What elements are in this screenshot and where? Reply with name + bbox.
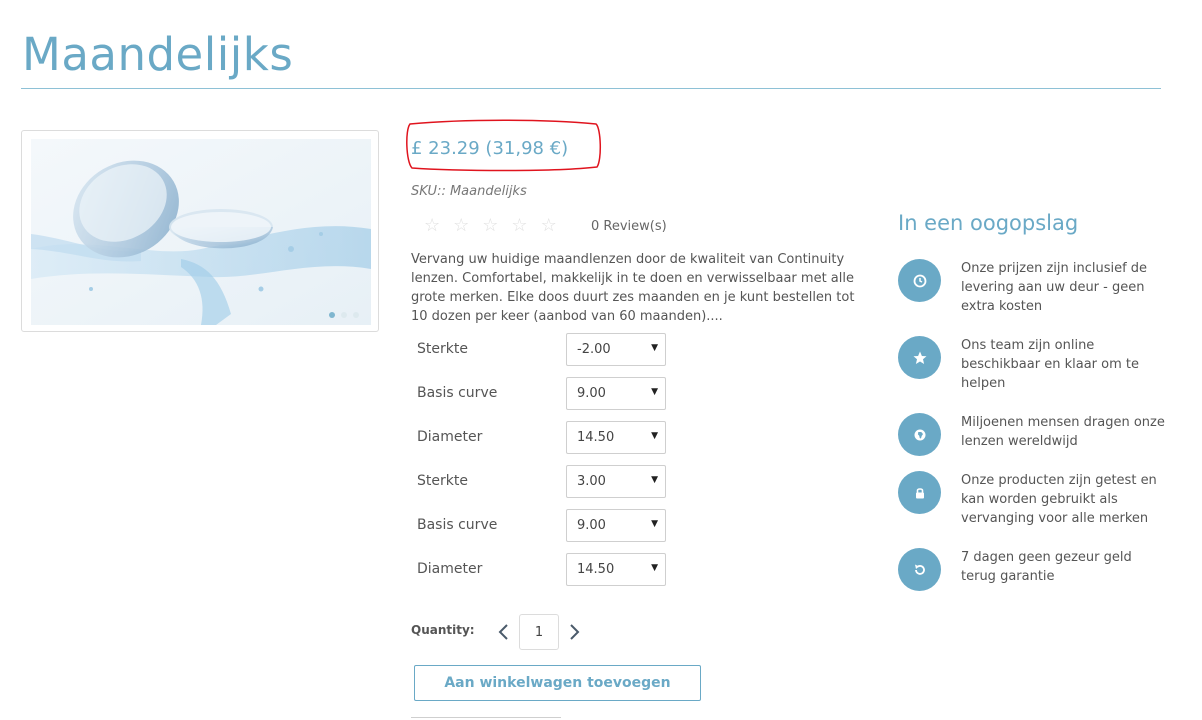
dropdown-arrow-icon: ▼: [651, 519, 658, 529]
feature-icon-badge: [898, 471, 941, 514]
dropdown-arrow-icon: ▼: [651, 387, 658, 397]
dropdown-arrow-icon: ▼: [651, 563, 658, 573]
option-label: Sterkte: [417, 473, 468, 489]
star-icon[interactable]: ☆: [541, 216, 557, 236]
feature-icon-badge: [898, 336, 941, 379]
select-value: 9.00: [577, 518, 606, 533]
basis-curve-select-2[interactable]: 9.00 ▼: [566, 509, 666, 542]
image-slider-dots: [329, 312, 359, 318]
feature-text: 7 dagen geen gezeur geld terug garantie: [961, 550, 1132, 584]
page-title: Maandelijks: [22, 28, 294, 81]
quantity-label: Quantity:: [411, 623, 475, 637]
select-value: 14.50: [577, 562, 615, 577]
option-row-basis-curve: Basis curve 9.00 ▼: [417, 377, 667, 411]
diameter-select[interactable]: 14.50 ▼: [566, 421, 666, 454]
feature-text: Onze prijzen zijn inclusief de levering …: [961, 261, 1148, 314]
quantity-input[interactable]: [519, 614, 559, 650]
option-label: Basis curve: [417, 385, 498, 401]
dropdown-arrow-icon: ▼: [651, 475, 658, 485]
clock-icon: [913, 274, 926, 287]
option-row-sterkte: Sterkte -2.00 ▼: [417, 333, 667, 367]
dropdown-arrow-icon: ▼: [651, 431, 658, 441]
price-highlight: £ 23.29 (31,98 €): [404, 118, 602, 172]
glance-title: In een oogopslag: [898, 211, 1079, 235]
option-label: Diameter: [417, 429, 483, 445]
sterkte-select[interactable]: -2.00 ▼: [566, 333, 666, 366]
product-price: £ 23.29 (31,98 €): [411, 138, 569, 159]
slider-dot-2[interactable]: [341, 312, 347, 318]
product-sku: SKU:: Maandelijks: [411, 184, 527, 199]
product-description: Vervang uw huidige maandlenzen door de k…: [411, 252, 855, 324]
feature-text: Ons team zijn online beschikbaar en klaa…: [961, 338, 1139, 391]
select-value: 9.00: [577, 386, 606, 401]
quantity-decrease-button[interactable]: [496, 620, 512, 644]
add-to-cart-button[interactable]: Aan winkelwagen toevoegen: [414, 665, 701, 701]
star-icon[interactable]: ☆: [453, 216, 469, 236]
feature-text: Onze producten zijn getest en kan worden…: [961, 473, 1157, 526]
sterkte-select-2[interactable]: 3.00 ▼: [566, 465, 666, 498]
option-row-sterkte-2: Sterkte 3.00 ▼: [417, 465, 667, 499]
slider-dot-1[interactable]: [329, 312, 335, 318]
chevron-left-icon: [498, 624, 508, 640]
lock-icon: [915, 487, 924, 498]
select-value: -2.00: [577, 342, 611, 357]
rating-stars[interactable]: ☆ ☆ ☆ ☆ ☆: [424, 216, 557, 236]
contact-lens-image[interactable]: [31, 139, 371, 325]
option-row-diameter: Diameter 14.50 ▼: [417, 421, 667, 455]
option-row-basis-curve-2: Basis curve 9.00 ▼: [417, 509, 667, 543]
select-value: 14.50: [577, 430, 615, 445]
option-row-diameter-2: Diameter 14.50 ▼: [417, 553, 667, 587]
select-value: 3.00: [577, 474, 606, 489]
star-icon[interactable]: ☆: [482, 216, 498, 236]
dropdown-arrow-icon: ▼: [651, 343, 658, 353]
star-icon: [913, 351, 926, 364]
slider-dot-3[interactable]: [353, 312, 359, 318]
title-divider: [21, 88, 1161, 89]
feature-icon-badge: [898, 413, 941, 456]
divider: [411, 717, 561, 718]
product-image: [31, 139, 371, 325]
star-icon[interactable]: ☆: [424, 216, 440, 236]
product-image-frame: [21, 130, 379, 332]
diameter-select-2[interactable]: 14.50 ▼: [566, 553, 666, 586]
feature-icon-badge: [898, 259, 941, 302]
feature-icon-badge: [898, 548, 941, 591]
basis-curve-select[interactable]: 9.00 ▼: [566, 377, 666, 410]
refresh-icon: [914, 564, 925, 575]
globe-icon: [914, 429, 925, 440]
option-label: Diameter: [417, 561, 483, 577]
star-icon[interactable]: ☆: [511, 216, 527, 236]
quantity-increase-button[interactable]: [566, 620, 582, 644]
option-label: Basis curve: [417, 517, 498, 533]
chevron-right-icon: [570, 624, 580, 640]
reviews-count[interactable]: 0 Review(s): [591, 219, 667, 234]
option-label: Sterkte: [417, 341, 468, 357]
feature-text: Miljoenen mensen dragen onze lenzen were…: [961, 415, 1165, 449]
